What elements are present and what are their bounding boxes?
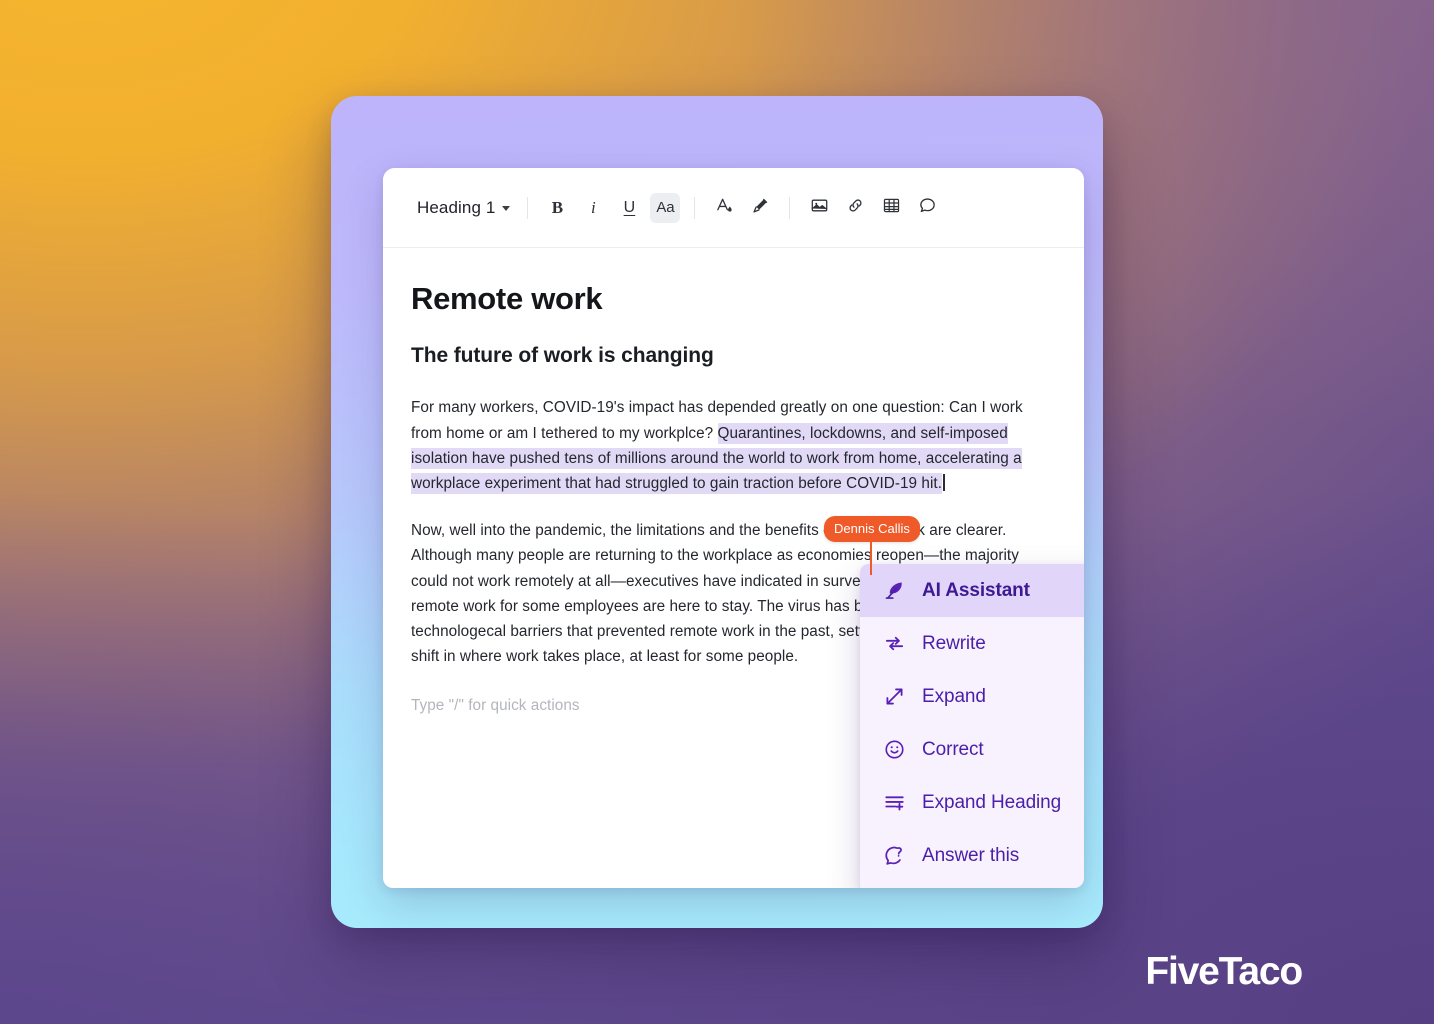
bold-icon: B	[551, 197, 564, 217]
underline-icon: U	[623, 198, 636, 216]
underline-button[interactable]: U	[614, 193, 644, 223]
expand-arrows-icon	[882, 685, 906, 709]
ai-actions-menu[interactable]: AI Assistant Rewrite Expand Correct Expa…	[860, 564, 1084, 888]
highlighter-icon	[751, 196, 770, 220]
document-subtitle: The future of work is changing	[411, 344, 714, 368]
comment-button[interactable]	[912, 193, 942, 223]
insert-table-button[interactable]	[876, 193, 906, 223]
ai-menu-label: Expand Heading	[922, 791, 1062, 813]
link-icon	[846, 196, 865, 220]
lines-plus-icon	[882, 791, 906, 815]
text-cursor	[943, 474, 946, 492]
font-color-icon	[715, 196, 734, 220]
feather-icon	[882, 579, 906, 603]
comment-icon	[918, 196, 937, 220]
italic-button[interactable]: i	[578, 193, 608, 223]
ai-menu-label: Correct	[922, 738, 984, 760]
ai-menu-label: Expand	[922, 685, 986, 707]
question-bubble-icon	[882, 844, 906, 868]
ai-menu-item-answer-this[interactable]: Answer this	[860, 829, 1084, 882]
ai-menu-label: Rewrite	[922, 632, 986, 654]
ai-menu-label: AI Assistant	[922, 579, 1030, 601]
repeat-arrows-icon	[882, 632, 906, 656]
ai-menu-item-correct[interactable]: Correct	[860, 723, 1084, 776]
document-body[interactable]: Remote work The future of work is changi…	[383, 248, 1084, 888]
paragraph-1: For many workers, COVID-19's impact has …	[411, 395, 1048, 496]
insert-link-button[interactable]	[840, 193, 870, 223]
font-color-button[interactable]	[709, 193, 739, 223]
table-icon	[882, 196, 901, 220]
editor-window: Heading 1 B i U Aa Remote work The futur…	[383, 168, 1084, 888]
toolbar-divider	[694, 196, 696, 219]
ai-menu-label: Answer this	[922, 844, 1020, 866]
formatting-toolbar: Heading 1 B i U Aa	[383, 168, 1084, 248]
chevron-down-icon	[502, 206, 511, 211]
brand-watermark: FiveTaco	[1145, 950, 1303, 993]
ai-menu-item-expand-heading[interactable]: Expand Heading	[860, 776, 1084, 829]
text-style-icon: Aa	[656, 199, 675, 216]
highlighter-button[interactable]	[745, 193, 775, 223]
bold-button[interactable]: B	[542, 193, 572, 223]
image-icon	[810, 196, 829, 220]
ai-menu-item-expand[interactable]: Expand	[860, 670, 1084, 723]
toolbar-divider	[789, 196, 791, 219]
page-title: Remote work	[411, 281, 603, 316]
ai-menu-item-rewrite[interactable]: Rewrite	[860, 617, 1084, 670]
text-style-button[interactable]: Aa	[650, 192, 681, 223]
italic-icon: i	[591, 197, 596, 217]
toolbar-divider	[527, 196, 529, 219]
paragraph-style-dropdown[interactable]: Heading 1	[413, 193, 516, 223]
insert-image-button[interactable]	[804, 193, 834, 223]
ai-menu-item-ai-assistant[interactable]: AI Assistant	[860, 564, 1084, 617]
smiley-face-icon	[882, 738, 906, 762]
paragraph-style-label: Heading 1	[417, 197, 496, 217]
